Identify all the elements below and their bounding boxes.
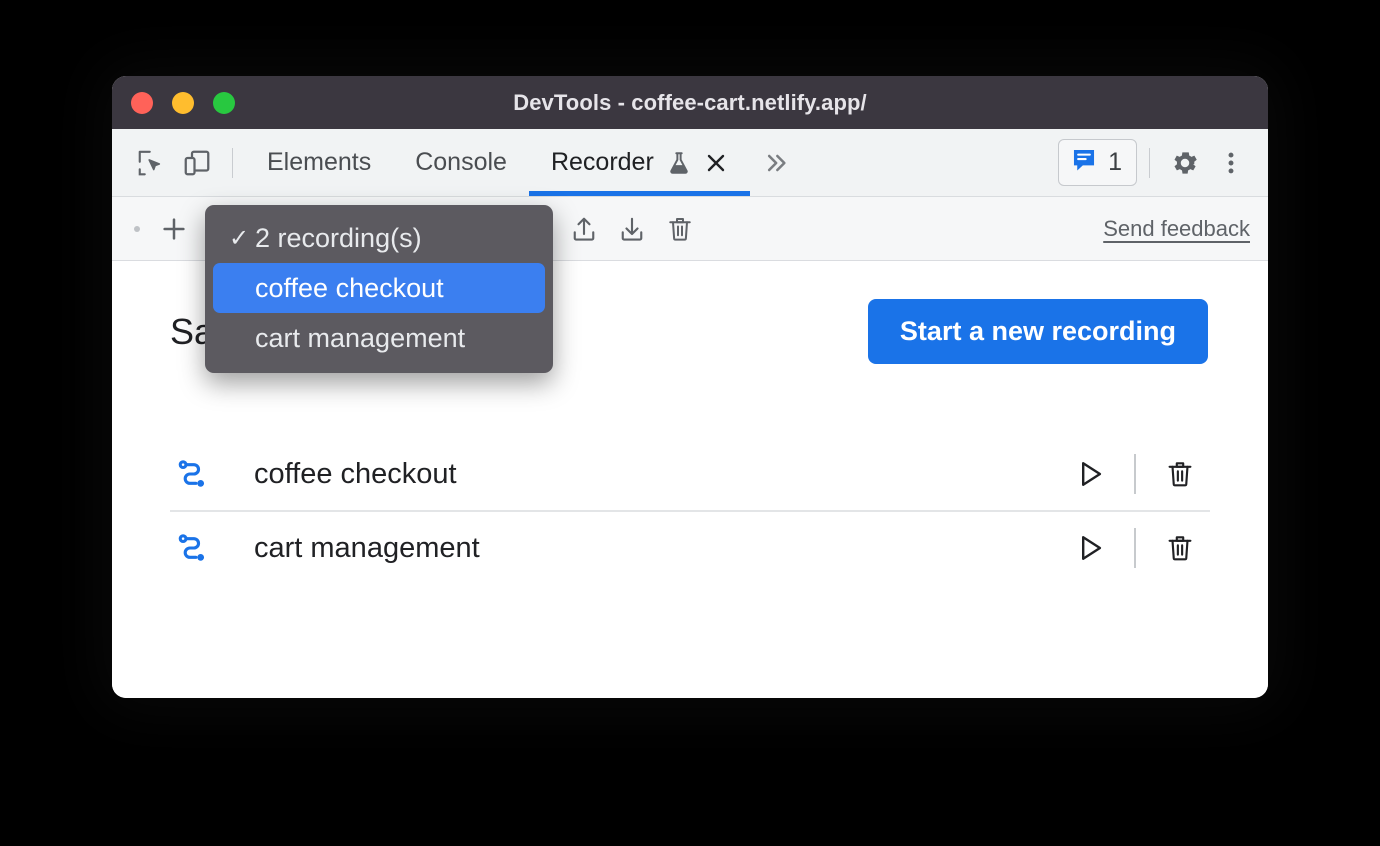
list-item[interactable]: coffee checkout xyxy=(170,438,1210,512)
trash-icon[interactable] xyxy=(1150,521,1210,575)
close-window-button[interactable] xyxy=(131,91,153,114)
saved-recordings-list: coffee checkout cart management xyxy=(112,438,1268,584)
devtools-tabbar: Elements Console Recorder 1 xyxy=(112,129,1268,197)
start-new-recording-button[interactable]: Start a new recording xyxy=(867,299,1208,364)
flask-icon xyxy=(666,150,692,176)
trash-icon[interactable] xyxy=(1150,447,1210,501)
tabbar-divider-1 xyxy=(232,147,233,178)
gear-icon[interactable] xyxy=(1162,140,1208,186)
tabbar-divider-2 xyxy=(1149,147,1150,178)
dropdown-header-label: 2 recording(s) xyxy=(255,222,422,253)
issues-message-icon xyxy=(1070,146,1098,179)
import-download-icon[interactable] xyxy=(608,207,656,251)
tab-recorder[interactable]: Recorder xyxy=(528,129,750,196)
add-recording-button[interactable] xyxy=(150,207,198,251)
window-titlebar: DevTools - coffee-cart.netlify.app/ xyxy=(112,76,1268,129)
issues-badge-button[interactable]: 1 xyxy=(1058,139,1137,186)
panel-tabs: Elements Console Recorder xyxy=(245,129,750,196)
devtools-window: DevTools - coffee-cart.netlify.app/ Elem… xyxy=(112,76,1268,698)
play-icon[interactable] xyxy=(1060,521,1120,575)
dropdown-header-2-recordings[interactable]: ✓ 2 recording(s) xyxy=(213,213,545,263)
tab-elements[interactable]: Elements xyxy=(245,129,393,196)
more-vertical-icon[interactable] xyxy=(1208,140,1254,186)
recording-row-actions xyxy=(1060,447,1210,501)
export-upload-icon[interactable] xyxy=(560,207,608,251)
check-icon: ✓ xyxy=(229,224,250,252)
window-title: DevTools - coffee-cart.netlify.app/ xyxy=(513,89,867,115)
recording-flow-icon xyxy=(170,531,216,565)
issues-count: 1 xyxy=(1108,148,1122,176)
traffic-light-buttons xyxy=(131,91,235,114)
inspect-cursor-icon[interactable] xyxy=(128,140,174,186)
send-feedback-link[interactable]: Send feedback xyxy=(1103,216,1250,242)
chevron-double-right-icon[interactable] xyxy=(750,140,800,186)
tab-console-label: Console xyxy=(415,148,507,176)
device-toolbar-icon[interactable] xyxy=(174,140,220,186)
tab-console[interactable]: Console xyxy=(393,129,529,196)
row-action-divider xyxy=(1134,528,1136,568)
recording-select-dropdown[interactable]: ✓ 2 recording(s) coffee checkout cart ma… xyxy=(205,205,553,373)
recording-row-actions xyxy=(1060,521,1210,575)
close-icon[interactable] xyxy=(704,151,728,175)
dropdown-option-label: cart management xyxy=(255,322,466,353)
delete-recording-button[interactable] xyxy=(656,207,704,251)
list-item[interactable]: cart management xyxy=(170,512,1210,584)
row-action-divider xyxy=(1134,454,1136,494)
toolbar-leading-dot xyxy=(134,225,140,232)
dropdown-option-label: coffee checkout xyxy=(255,272,444,303)
recording-flow-icon xyxy=(170,457,216,491)
dropdown-option-cart-management[interactable]: cart management xyxy=(213,313,545,363)
recording-name: cart management xyxy=(254,531,480,564)
tab-recorder-label: Recorder xyxy=(550,148,654,176)
recording-name: coffee checkout xyxy=(254,457,457,490)
dropdown-option-coffee-checkout[interactable]: coffee checkout xyxy=(213,263,545,313)
play-icon[interactable] xyxy=(1060,447,1120,501)
tab-elements-label: Elements xyxy=(267,148,372,176)
screenshot-root: DevTools - coffee-cart.netlify.app/ Elem… xyxy=(0,0,1380,846)
minimize-window-button[interactable] xyxy=(172,91,194,114)
maximize-window-button[interactable] xyxy=(213,91,235,114)
